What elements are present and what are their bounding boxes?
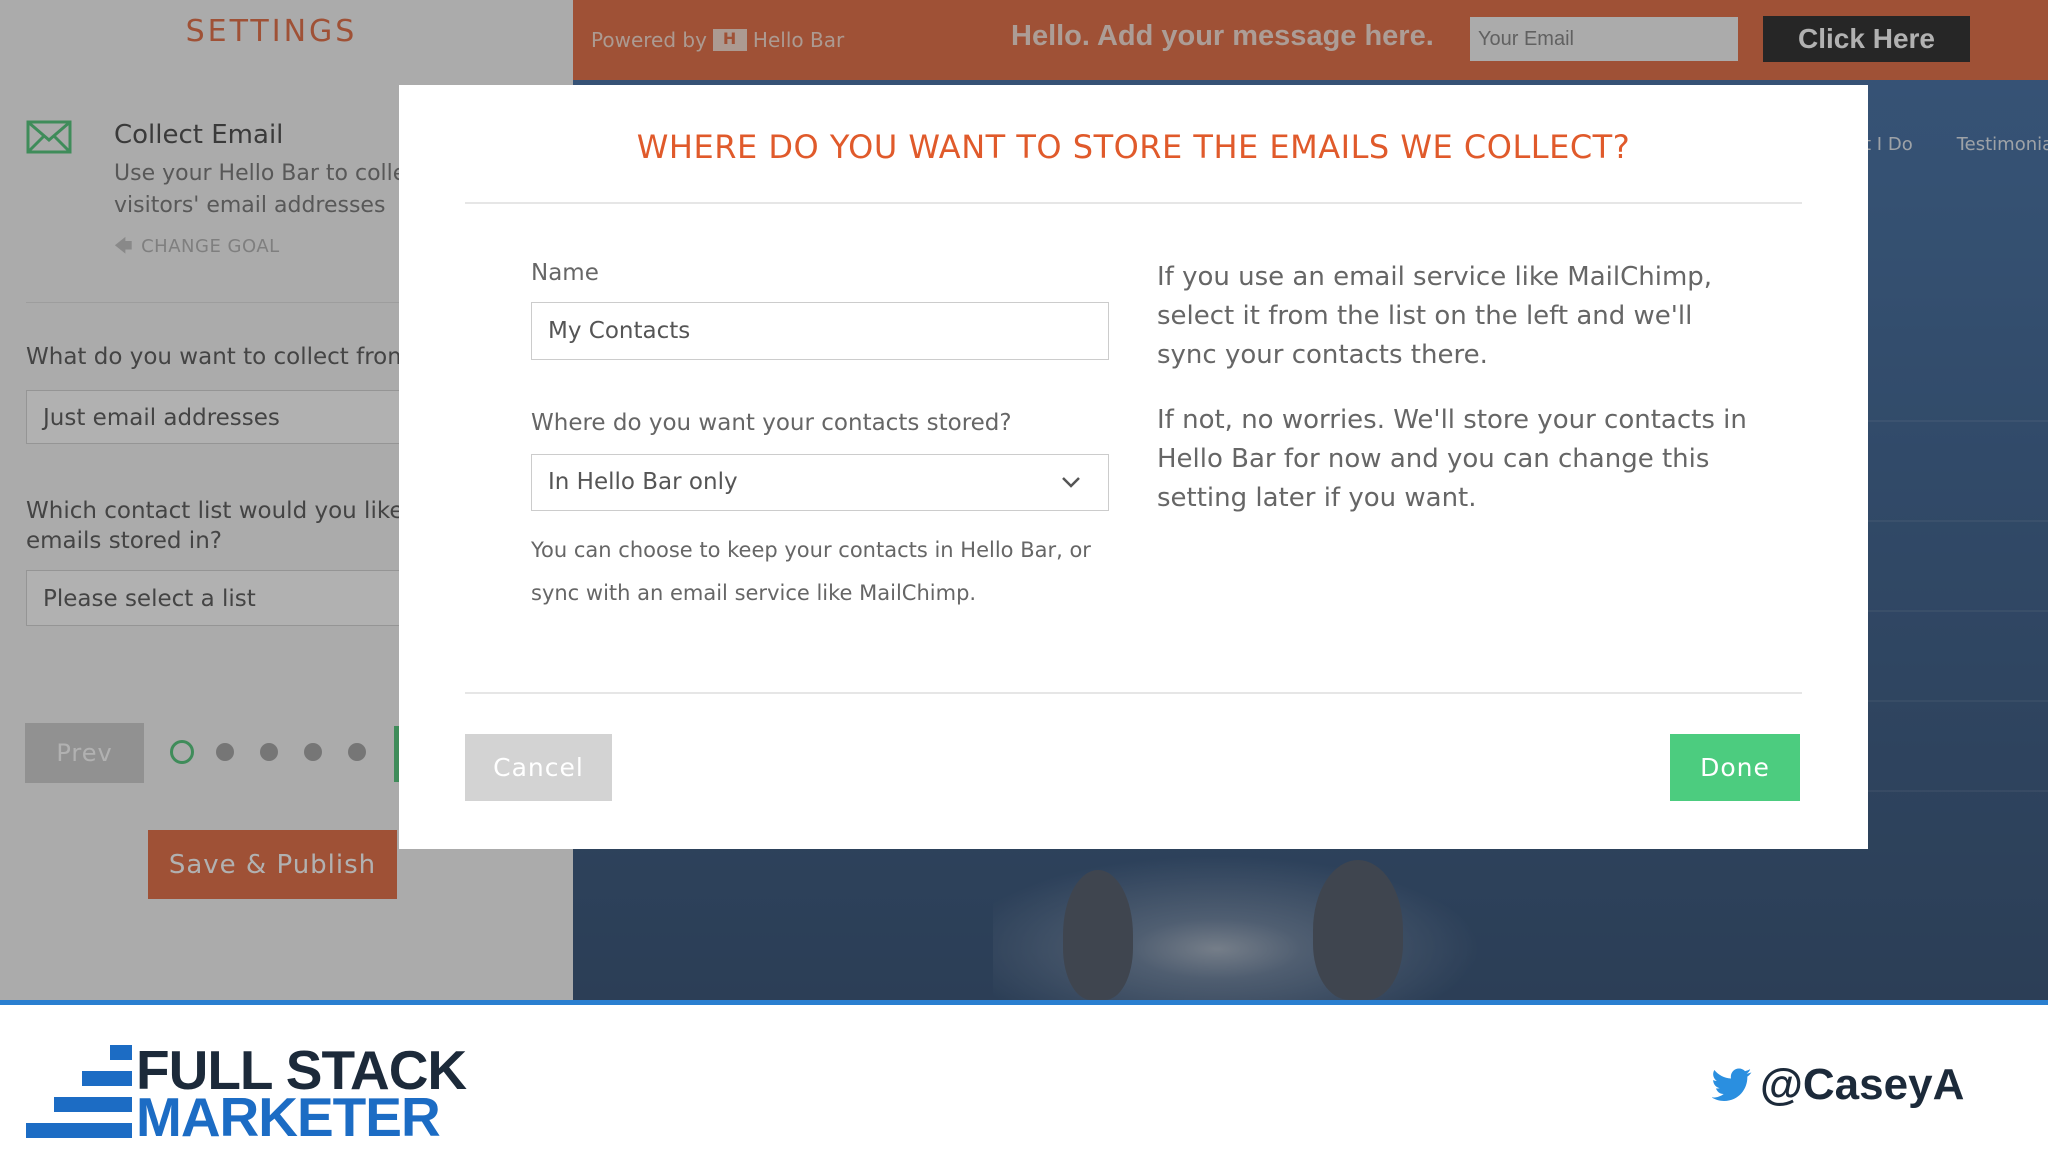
brand-name-line2: MARKETER (136, 1086, 441, 1148)
footer-divider (0, 1000, 2048, 1005)
divider (465, 692, 1802, 694)
store-location-label: Where do you want your contacts stored? (531, 410, 1012, 436)
name-input[interactable] (531, 302, 1109, 360)
chevron-down-icon (1062, 477, 1080, 488)
store-help-text: You can choose to keep your contacts in … (531, 538, 1091, 605)
name-label: Name (531, 260, 599, 286)
twitter-handle: @CaseyA (1712, 1060, 1964, 1110)
modal-title: WHERE DO YOU WANT TO STORE THE EMAILS WE… (636, 128, 1631, 166)
store-location-select[interactable]: In Hello Bar only (531, 454, 1109, 511)
twitter-bird-icon (1712, 1068, 1752, 1101)
video-branding-footer: FULL STACK MARKETER @CaseyA (0, 1000, 2048, 1152)
done-button[interactable]: Done (1670, 734, 1800, 801)
info-text: If you use an email service like MailChi… (1157, 262, 1747, 513)
brand-logo-icon (26, 1045, 132, 1138)
divider (465, 202, 1802, 204)
store-emails-modal: WHERE DO YOU WANT TO STORE THE EMAILS WE… (399, 85, 1868, 849)
cancel-button[interactable]: Cancel (465, 734, 612, 801)
